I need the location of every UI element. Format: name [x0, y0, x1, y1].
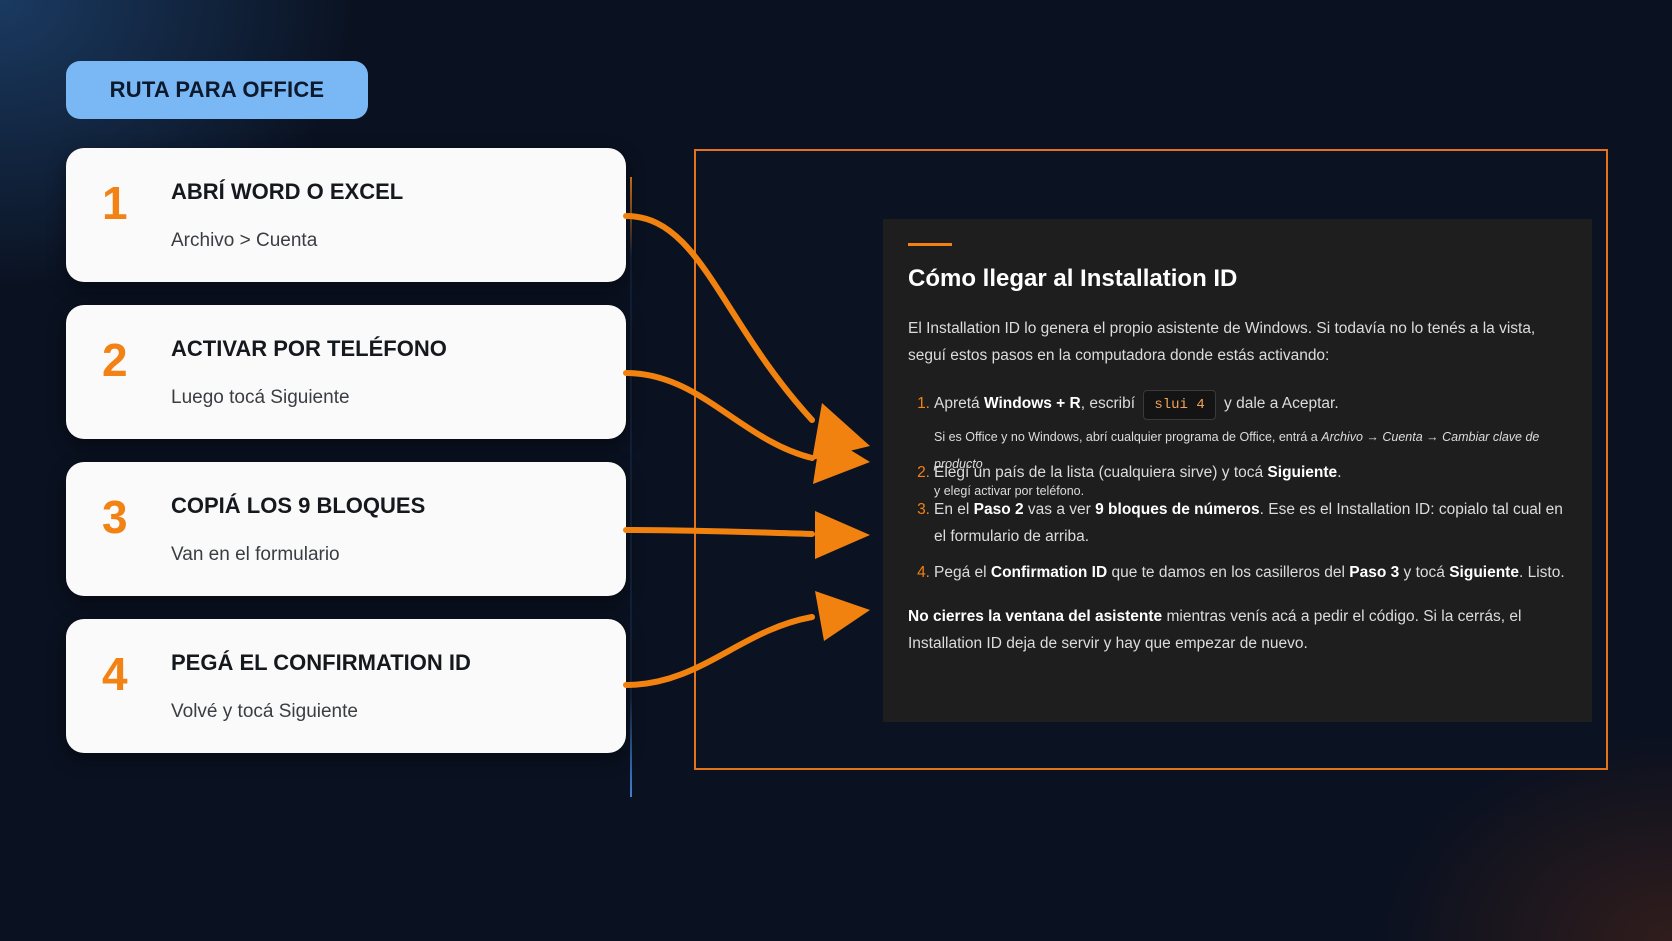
item-bold: Siguiente [1267, 464, 1338, 481]
step-card-4: 4 PEGÁ EL CONFIRMATION ID Volvé y tocá S… [66, 619, 626, 753]
divider-line [630, 177, 632, 797]
list-number: 3. [917, 501, 930, 518]
item-text: y tocá [1399, 564, 1450, 581]
warning-text: No cierres la ventana del asistente mien… [908, 603, 1568, 657]
instructions-panel: Cómo llegar al Installation ID El Instal… [883, 219, 1592, 722]
item-text: . [1337, 464, 1342, 481]
item-text: Apretá [934, 395, 984, 412]
route-badge-label: RUTA PARA OFFICE [109, 77, 325, 102]
step-title: ACTIVAR POR TELÉFONO [171, 336, 447, 361]
item-text: que te damos en los casilleros del [1107, 564, 1350, 581]
step-card-2: 2 ACTIVAR POR TELÉFONO Luego tocá Siguie… [66, 305, 626, 439]
step-number: 2 [102, 334, 128, 386]
step-subtitle: Archivo > Cuenta [171, 230, 318, 251]
step-subtitle: Volvé y tocá Siguiente [171, 701, 358, 722]
item-bold: 9 bloques de números [1095, 501, 1260, 518]
step-title: PEGÁ EL CONFIRMATION ID [171, 650, 471, 675]
step-number: 4 [102, 648, 128, 700]
panel-title: Cómo llegar al Installation ID [908, 265, 1238, 292]
step-subtitle: Luego tocá Siguiente [171, 387, 350, 408]
item-bold: Siguiente [1449, 564, 1519, 581]
note-text: Si es Office y no Windows, abrí cualquie… [934, 430, 1322, 444]
item-bold: Paso 3 [1349, 564, 1400, 581]
step-subtitle: Van en el formulario [171, 544, 340, 565]
step-card-3: 3 COPIÁ LOS 9 BLOQUES Van en el formular… [66, 462, 626, 596]
item-text: Pegá el [934, 564, 991, 581]
step-number: 1 [102, 177, 128, 229]
item-text: , escribí [1080, 395, 1135, 412]
step-title: COPIÁ LOS 9 BLOQUES [171, 493, 426, 518]
list-number: 2. [917, 464, 930, 481]
item-text: . Listo. [1518, 564, 1565, 581]
accent-bar [908, 243, 952, 246]
step-card-1: 1 ABRÍ WORD O EXCEL Archivo > Cuenta [66, 148, 626, 282]
item-text: vas a ver [1023, 501, 1096, 518]
panel-intro: El Installation ID lo genera el propio a… [908, 320, 1536, 364]
item-bold: Confirmation ID [990, 564, 1108, 581]
command-code: slui 4 [1143, 390, 1216, 420]
warning-bold: No cierres la ventana del asistente [908, 608, 1163, 625]
step-title: ABRÍ WORD O EXCEL [171, 179, 404, 204]
item-bold: Paso 2 [973, 501, 1024, 518]
item-bold: Windows + R [983, 395, 1081, 412]
item-text: Elegí un país de la lista (cualquiera si… [934, 464, 1268, 481]
route-badge: RUTA PARA OFFICE [66, 61, 368, 119]
step-number: 3 [102, 491, 128, 543]
item-text: y dale a Aceptar. [1224, 395, 1339, 412]
list-number: 4. [917, 564, 930, 581]
list-number: 1. [917, 395, 930, 412]
item-text: En el [934, 501, 974, 518]
